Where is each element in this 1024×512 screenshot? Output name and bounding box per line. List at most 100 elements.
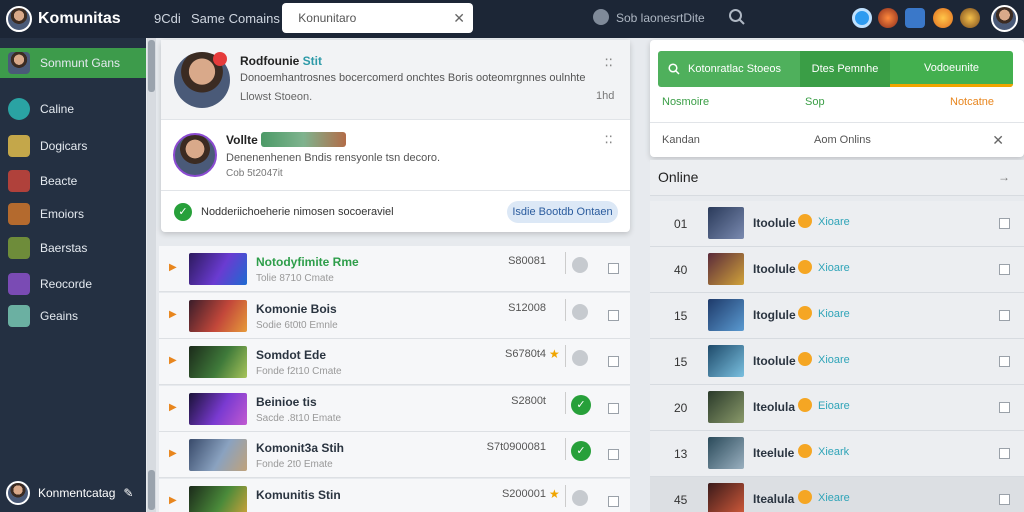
player-row[interactable]: 20 Iteolula Eioare bbox=[650, 385, 1024, 431]
play-arrow-icon[interactable]: ▶ bbox=[169, 262, 177, 273]
top-tab-2[interactable]: Same Comains bbox=[191, 11, 280, 26]
more-options-icon[interactable]: ⁚⁚ bbox=[605, 58, 613, 69]
gear-icon[interactable] bbox=[593, 9, 609, 25]
sidebar-item-6[interactable]: Reocorde bbox=[0, 269, 146, 299]
brand-title[interactable]: Komunitas bbox=[38, 10, 121, 28]
player-row[interactable]: 40 Itoolule Xioare bbox=[650, 247, 1024, 293]
filter-mid-label[interactable]: Aom Onlins bbox=[814, 134, 871, 146]
game-thumbnail bbox=[189, 485, 247, 512]
select-checkbox[interactable] bbox=[999, 494, 1010, 505]
chat-icon[interactable] bbox=[905, 8, 925, 28]
select-checkbox[interactable] bbox=[999, 218, 1010, 229]
sidebar-item-label: Reocorde bbox=[40, 277, 93, 291]
game-row[interactable]: ▶ Komunitis Stin S200001 ★ bbox=[159, 478, 630, 512]
sidebar-item-4[interactable]: Emoiors bbox=[0, 199, 146, 229]
play-arrow-icon[interactable]: ▶ bbox=[169, 309, 177, 320]
close-icon[interactable]: ✕ bbox=[992, 132, 1004, 149]
select-checkbox[interactable] bbox=[608, 449, 619, 460]
select-checkbox[interactable] bbox=[608, 263, 619, 274]
tab-3[interactable]: Vodoeunite bbox=[890, 51, 1013, 87]
more-options-icon[interactable]: ⁚⁚ bbox=[605, 135, 613, 146]
brand-avatar[interactable] bbox=[6, 6, 32, 32]
top-tab-1[interactable]: 9Cdi bbox=[154, 11, 181, 26]
sidebar-item-0[interactable]: Sonmunt Gans bbox=[0, 48, 146, 78]
scrollbar-track[interactable] bbox=[147, 38, 156, 512]
filter-left-label[interactable]: Kandan bbox=[662, 134, 700, 146]
player-avatar bbox=[708, 437, 744, 469]
game-icon bbox=[8, 135, 30, 157]
player-rank: 40 bbox=[674, 263, 688, 277]
status-dot-icon[interactable] bbox=[572, 350, 588, 366]
search-input[interactable] bbox=[298, 11, 454, 25]
footer-avatar bbox=[6, 481, 30, 505]
browser-icon[interactable] bbox=[852, 8, 872, 28]
player-row[interactable]: 15 Itoglule Kioare bbox=[650, 293, 1024, 339]
select-checkbox[interactable] bbox=[608, 402, 619, 414]
game-subtitle: Sodie 6t0t0 Emnle bbox=[256, 319, 338, 331]
game-row[interactable]: ▶ Notodyfimite Rme Tolie 8710 Cmate S80081 bbox=[159, 246, 630, 292]
right-tabs-card: Kotonratlac Stoeos Dtes Pemnhe Vodoeunit… bbox=[650, 40, 1024, 157]
notification-item-2[interactable]: Vollte Denenenhenen Bndis rensyonle tsn … bbox=[161, 121, 630, 191]
select-checkbox[interactable] bbox=[999, 264, 1010, 275]
player-name: Iteelule bbox=[753, 446, 795, 460]
player-row[interactable]: 45 Itealula Xieare bbox=[650, 477, 1024, 512]
player-name: Itoolule bbox=[753, 262, 796, 276]
player-name: Itoolule bbox=[753, 354, 796, 368]
status-dot-icon[interactable] bbox=[572, 303, 588, 320]
play-arrow-icon[interactable]: ▶ bbox=[169, 355, 177, 366]
select-checkbox[interactable] bbox=[999, 356, 1010, 367]
check-icon[interactable]: ✓ bbox=[571, 394, 591, 415]
game-icon bbox=[8, 273, 30, 295]
sidebar-item-2[interactable]: Dogicars bbox=[0, 131, 146, 161]
player-row[interactable]: 01 Itoolule Xioare bbox=[650, 201, 1024, 247]
sidebar-item-5[interactable]: Baerstas bbox=[0, 233, 146, 263]
achievement-icon[interactable] bbox=[960, 8, 980, 28]
star-icon[interactable]: ★ bbox=[549, 487, 560, 501]
sub-label-3[interactable]: Notcatne bbox=[950, 96, 994, 108]
status-dot-icon[interactable] bbox=[572, 489, 588, 506]
sidebar-footer[interactable]: Konmentcatag ✎ bbox=[0, 480, 146, 506]
sub-label-2[interactable]: Sop bbox=[805, 96, 825, 108]
select-checkbox[interactable] bbox=[608, 309, 619, 321]
game-row[interactable]: ▶ Komonit3a Stih Fonde 2t0 Emate S7t0900081… bbox=[159, 432, 630, 478]
play-arrow-icon[interactable]: ▶ bbox=[169, 448, 177, 459]
notification-item-3[interactable]: ✓ Nodderiichoeherie nimosen socoeraviel … bbox=[161, 192, 630, 232]
select-checkbox[interactable] bbox=[999, 402, 1010, 413]
scrollbar-thumb[interactable] bbox=[148, 40, 155, 92]
game-title: Beinioe tis bbox=[256, 394, 317, 409]
player-row[interactable]: 13 Iteelule Xieark bbox=[650, 431, 1024, 477]
sub-label-1[interactable]: Nosmoire bbox=[662, 96, 709, 108]
gear-label[interactable]: Sob laonesrtDite bbox=[616, 11, 705, 25]
top-search-icon[interactable] bbox=[728, 8, 746, 26]
select-checkbox[interactable] bbox=[999, 310, 1010, 321]
select-checkbox[interactable] bbox=[608, 356, 619, 367]
game-row[interactable]: ▶ Beinioe tis Sacde .8t10 Emate S2800t ✓ bbox=[159, 385, 630, 432]
emoji-icon bbox=[798, 214, 812, 228]
play-arrow-icon[interactable]: ▶ bbox=[169, 402, 177, 413]
game-subtitle: Sacde .8t10 Emate bbox=[256, 412, 342, 424]
scrollbar-thumb-bottom[interactable] bbox=[148, 470, 155, 510]
select-checkbox[interactable] bbox=[999, 448, 1010, 459]
notification-action-button[interactable]: Isdie Bootdb Ontaen bbox=[507, 201, 618, 223]
game-row[interactable]: ▶ Somdot Ede Fonde f2t10 Cmate S6780t4 ★ bbox=[159, 339, 630, 385]
status-dot-icon[interactable] bbox=[572, 257, 588, 273]
sidebar-item-3[interactable]: Beacte bbox=[0, 166, 146, 196]
tab-1[interactable]: Kotonratlac Stoeos bbox=[658, 51, 800, 87]
notification-icon[interactable] bbox=[878, 8, 898, 28]
notification-item-1[interactable]: Rodfounie Stit Donoemhantrosnes bocercom… bbox=[161, 40, 630, 120]
clear-search-icon[interactable]: ✕ bbox=[453, 10, 465, 27]
select-checkbox[interactable] bbox=[608, 495, 619, 507]
user-avatar[interactable] bbox=[991, 5, 1018, 32]
player-row[interactable]: 15 Itoolule Xioare bbox=[650, 339, 1024, 385]
game-icon bbox=[8, 203, 30, 225]
sidebar-item-7[interactable]: Geains bbox=[0, 301, 146, 331]
star-icon[interactable]: ★ bbox=[549, 347, 560, 361]
edit-icon[interactable]: ✎ bbox=[123, 486, 133, 500]
play-arrow-icon[interactable]: ▶ bbox=[169, 495, 177, 506]
arrow-right-icon[interactable]: → bbox=[998, 170, 1010, 184]
sidebar-item-1[interactable]: Caline bbox=[0, 94, 146, 124]
alert-icon[interactable] bbox=[933, 8, 953, 28]
game-row[interactable]: ▶ Komonie Bois Sodie 6t0t0 Emnle S12008 bbox=[159, 292, 630, 339]
tab-2[interactable]: Dtes Pemnhe bbox=[800, 51, 890, 87]
check-icon[interactable]: ✓ bbox=[571, 441, 591, 461]
